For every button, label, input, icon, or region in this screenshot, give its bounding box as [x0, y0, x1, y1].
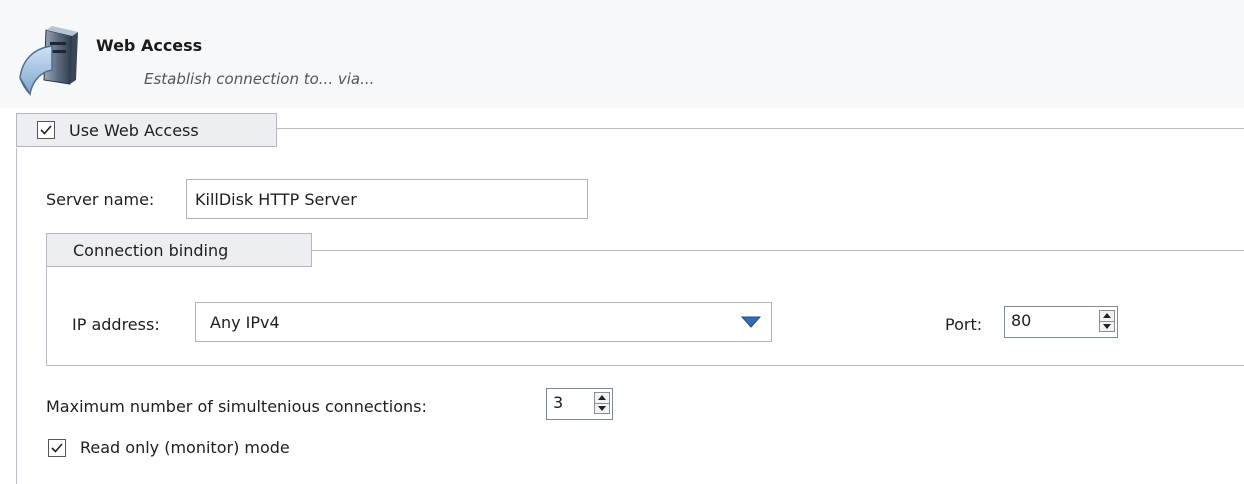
ip-address-label: IP address: [72, 315, 160, 334]
binding-left-rule [46, 266, 47, 366]
port-label: Port: [945, 315, 983, 334]
server-name-label: Server name: [46, 190, 155, 209]
spin-up-icon[interactable] [598, 395, 606, 400]
chevron-down-icon[interactable] [731, 303, 771, 341]
binding-bottom-rule [46, 365, 1244, 366]
port-spin-buttons[interactable] [1099, 310, 1115, 332]
server-icon [16, 26, 84, 98]
use-web-access-label: Use Web Access [69, 120, 199, 140]
read-only-checkbox[interactable] [48, 439, 66, 457]
use-web-access-checkbox[interactable] [37, 121, 55, 139]
ip-address-dropdown[interactable]: Any IPv4 [195, 302, 772, 342]
max-connections-spinner[interactable]: 3 [546, 388, 613, 420]
use-web-access-toggle[interactable]: Use Web Access [16, 113, 277, 147]
spin-up-icon[interactable] [1103, 313, 1111, 318]
spin-down-icon[interactable] [1103, 324, 1111, 329]
max-connections-label: Maximum number of simultenious connectio… [46, 397, 427, 416]
page-subtitle: Establish connection to... via... [144, 70, 375, 88]
checkmark-icon [40, 125, 52, 135]
connection-binding-title: Connection binding [73, 240, 229, 260]
web-access-settings-panel: Web Access Establish connection to... vi… [0, 0, 1244, 484]
max-connections-spin-buttons[interactable] [594, 392, 610, 414]
max-connections-value: 3 [553, 393, 564, 412]
spin-down-icon[interactable] [598, 406, 606, 411]
binding-top-rule [311, 250, 1244, 251]
group-left-rule [16, 148, 17, 484]
port-spinner[interactable]: 80 [1004, 306, 1118, 338]
group-top-rule [276, 128, 1244, 129]
checkmark-icon [51, 443, 63, 453]
ip-address-value: Any IPv4 [210, 312, 280, 332]
port-value: 80 [1011, 311, 1032, 330]
header: Web Access Establish connection to... vi… [0, 0, 1244, 108]
page-title: Web Access [96, 36, 203, 55]
read-only-label[interactable]: Read only (monitor) mode [80, 438, 290, 457]
server-name-input[interactable]: KillDisk HTTP Server [186, 179, 588, 219]
connection-binding-header: Connection binding [46, 233, 312, 267]
